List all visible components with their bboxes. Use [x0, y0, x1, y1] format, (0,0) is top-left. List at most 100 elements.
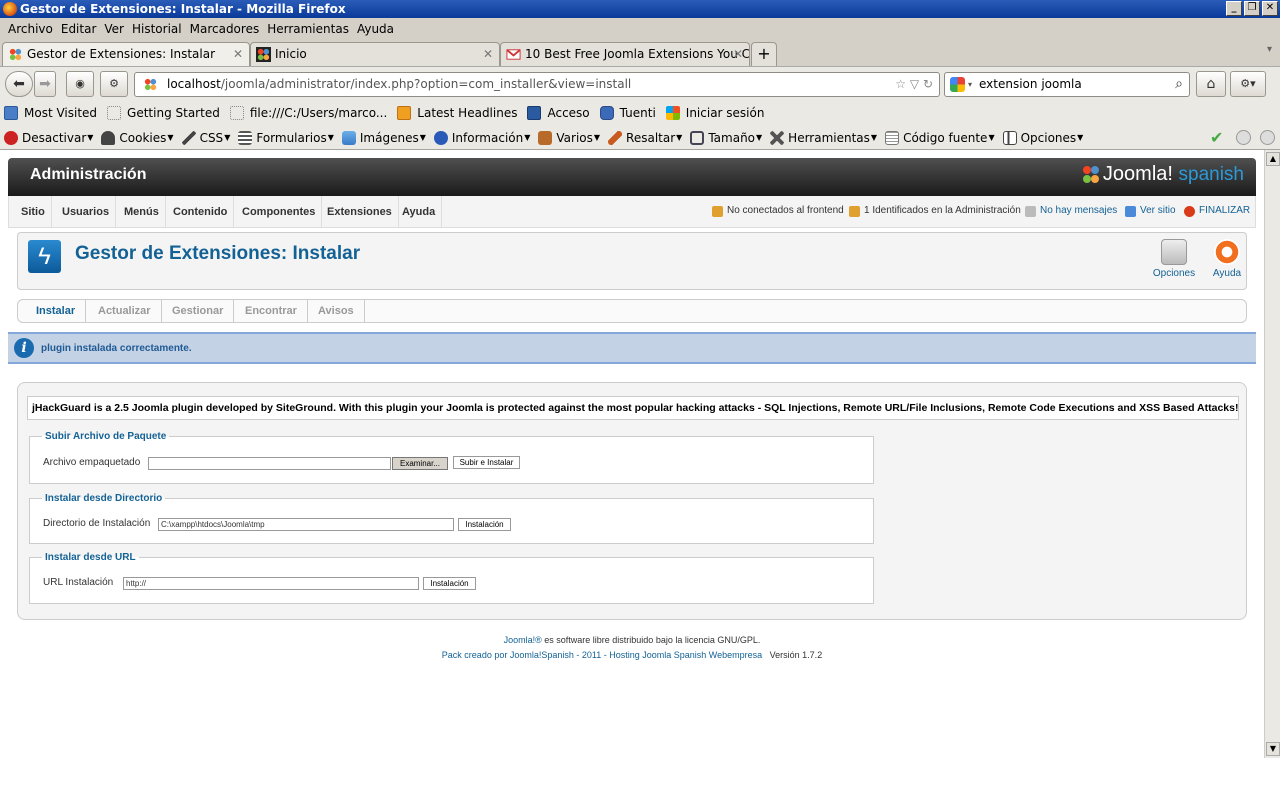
bookmark-tuenti[interactable]: Tuenti [599, 106, 656, 120]
close-tab-icon[interactable]: ✕ [733, 43, 743, 65]
menu-ver[interactable]: Ver [104, 22, 124, 36]
subtab-encontrar[interactable]: Encontrar [235, 300, 308, 322]
close-tab-icon[interactable]: ✕ [483, 43, 493, 65]
dev-label: CSS [199, 130, 224, 145]
search-bar[interactable]: ▾ extension joomla ⌕ [944, 72, 1190, 97]
forward-button[interactable]: ➡ [34, 71, 56, 97]
menu-componentes[interactable]: Componentes [236, 196, 323, 228]
bookmark-label: Iniciar sesión [685, 106, 765, 120]
disable-icon [4, 130, 18, 145]
menu-herramientas[interactable]: Herramientas [267, 22, 349, 36]
url-input[interactable]: http:// [123, 577, 419, 590]
help-button[interactable]: Ayuda [1204, 239, 1250, 279]
menu-contenido[interactable]: Contenido [167, 196, 235, 228]
tab-joomla-extensions[interactable]: 10 Best Free Joomla Extensions You Can'.… [500, 42, 750, 66]
view-site-link[interactable]: Ver sitio [1125, 196, 1176, 226]
dev-opciones[interactable]: Opciones ▼ [1002, 130, 1083, 145]
bookmark-latest-headlines[interactable]: Latest Headlines [397, 106, 517, 120]
menu-editar[interactable]: Editar [61, 22, 97, 36]
dev-css[interactable]: CSS ▼ [181, 130, 230, 145]
subtab-instalar[interactable]: Instalar [26, 300, 87, 322]
logout-link[interactable]: FINALIZAR [1184, 196, 1250, 226]
tab-inicio[interactable]: Inicio ✕ [250, 42, 500, 66]
new-tab-button[interactable]: + [751, 42, 777, 66]
dev-desactivar[interactable]: Desactivar ▼ [4, 130, 93, 145]
menu-sitio[interactable]: Sitio [15, 196, 52, 228]
install-directory-button[interactable]: Instalación [458, 518, 511, 531]
info-icon [433, 130, 448, 145]
bookmark-acceso[interactable]: Acceso [527, 106, 590, 120]
menu-usuarios[interactable]: Usuarios [56, 196, 117, 228]
status-text: FINALIZAR [1199, 205, 1251, 216]
install-panel: jHackGuard is a 2.5 Joomla plugin develo… [17, 382, 1247, 620]
image-icon [341, 130, 356, 145]
history-dropdown-icon[interactable]: ▽ [910, 77, 919, 91]
reload-icon[interactable]: ↻ [923, 77, 933, 91]
bookmark-file[interactable]: file:///C:/Users/marco... [229, 106, 387, 120]
menu-marcadores[interactable]: Marcadores [190, 22, 260, 36]
status-messages[interactable]: No hay mensajes [1025, 196, 1117, 226]
dev-imagenes[interactable]: Imágenes ▼ [341, 130, 426, 145]
maximize-button[interactable]: ❐ [1244, 1, 1260, 16]
tab-gestor[interactable]: Gestor de Extensiones: Instalar ✕ [2, 42, 250, 66]
directory-input[interactable]: C:\xampp\htdocs\Joomla\tmp [158, 518, 454, 531]
most-visited-icon [4, 106, 18, 120]
navigation-bar: ⬅ ➡ ◉ ⚙ localhost/joomla/administrator/i… [0, 66, 1280, 100]
package-file-input[interactable] [148, 457, 391, 470]
menu-menus[interactable]: Menús [118, 196, 166, 228]
tab-strip: Gestor de Extensiones: Instalar ✕ Inicio… [0, 40, 1280, 66]
vertical-scrollbar[interactable]: ▲ ▼ [1264, 150, 1280, 758]
page-icon [229, 106, 244, 120]
search-icon[interactable]: ⌕ [1175, 73, 1183, 96]
close-tab-icon[interactable]: ✕ [233, 43, 243, 65]
joomla-spanish-logo[interactable]: Joomla! spanish [1081, 163, 1244, 186]
search-engine-dropdown-icon[interactable]: ▾ [968, 73, 972, 96]
addon-menu-button[interactable]: ⚙▾ [1230, 71, 1266, 97]
bookmark-star-icon[interactable]: ☆ [895, 77, 906, 91]
browse-button[interactable]: Examinar... [392, 457, 448, 470]
dev-varios[interactable]: Varios ▼ [538, 130, 600, 145]
addon-button-1[interactable]: ◉ [66, 71, 94, 97]
subtab-avisos[interactable]: Avisos [308, 300, 365, 322]
install-directory-fieldset: Instalar desde Directorio Directorio de … [29, 493, 874, 544]
bookmark-iniciar-sesion[interactable]: Iniciar sesión [665, 106, 765, 120]
dev-informacion[interactable]: Información ▼ [433, 130, 530, 145]
upload-install-button[interactable]: Subir e Instalar [453, 456, 520, 469]
pencil-icon [181, 130, 196, 145]
scroll-up-icon[interactable]: ▲ [1266, 152, 1280, 166]
window-title: Gestor de Extensiones: Instalar - Mozill… [20, 2, 346, 16]
addon-button-2[interactable]: ⚙ [100, 71, 128, 97]
menu-ayuda[interactable]: Ayuda [396, 196, 443, 228]
menu-extensiones[interactable]: Extensiones [321, 196, 399, 228]
bookmark-most-visited[interactable]: Most Visited [4, 106, 97, 120]
scroll-down-icon[interactable]: ▼ [1266, 742, 1280, 756]
dev-resaltar[interactable]: Resaltar ▼ [608, 130, 682, 145]
menu-archivo[interactable]: Archivo [8, 22, 53, 36]
google-search-engine-icon[interactable] [950, 77, 965, 92]
options-button[interactable]: Opciones [1151, 239, 1197, 279]
subtab-actualizar[interactable]: Actualizar [88, 300, 162, 322]
close-window-button[interactable]: ✕ [1262, 1, 1278, 16]
menu-historial[interactable]: Historial [132, 22, 182, 36]
url-bar[interactable]: localhost/joomla/administrator/index.php… [134, 72, 940, 97]
status-circle-icon[interactable] [1260, 130, 1275, 145]
subtab-gestionar[interactable]: Gestionar [162, 300, 235, 322]
joomla-link[interactable]: Joomla!® [504, 635, 542, 645]
dev-tamano[interactable]: Tamaño ▼ [690, 130, 762, 145]
status-circle-icon[interactable] [1236, 130, 1251, 145]
page-icon [107, 106, 122, 120]
pack-credit-link[interactable]: Pack creado por Joomla!Spanish - 2011 - … [442, 650, 762, 660]
validation-ok-icon[interactable]: ✔ [1210, 128, 1223, 147]
dev-cookies[interactable]: Cookies ▼ [101, 130, 174, 145]
tab-list-icon[interactable]: ▾ [1267, 44, 1272, 55]
minimize-button[interactable]: _ [1226, 1, 1242, 16]
back-button[interactable]: ⬅ [5, 71, 33, 97]
menu-ayuda[interactable]: Ayuda [357, 22, 394, 36]
home-button[interactable]: ⌂ [1196, 71, 1226, 97]
dev-codigo-fuente[interactable]: Código fuente ▼ [885, 130, 995, 145]
dev-formularios[interactable]: Formularios ▼ [238, 130, 334, 145]
bookmark-getting-started[interactable]: Getting Started [107, 106, 220, 120]
install-url-button[interactable]: Instalación [423, 577, 476, 590]
dev-herramientas[interactable]: Herramientas ▼ [770, 130, 877, 145]
options-icon [1161, 239, 1187, 265]
